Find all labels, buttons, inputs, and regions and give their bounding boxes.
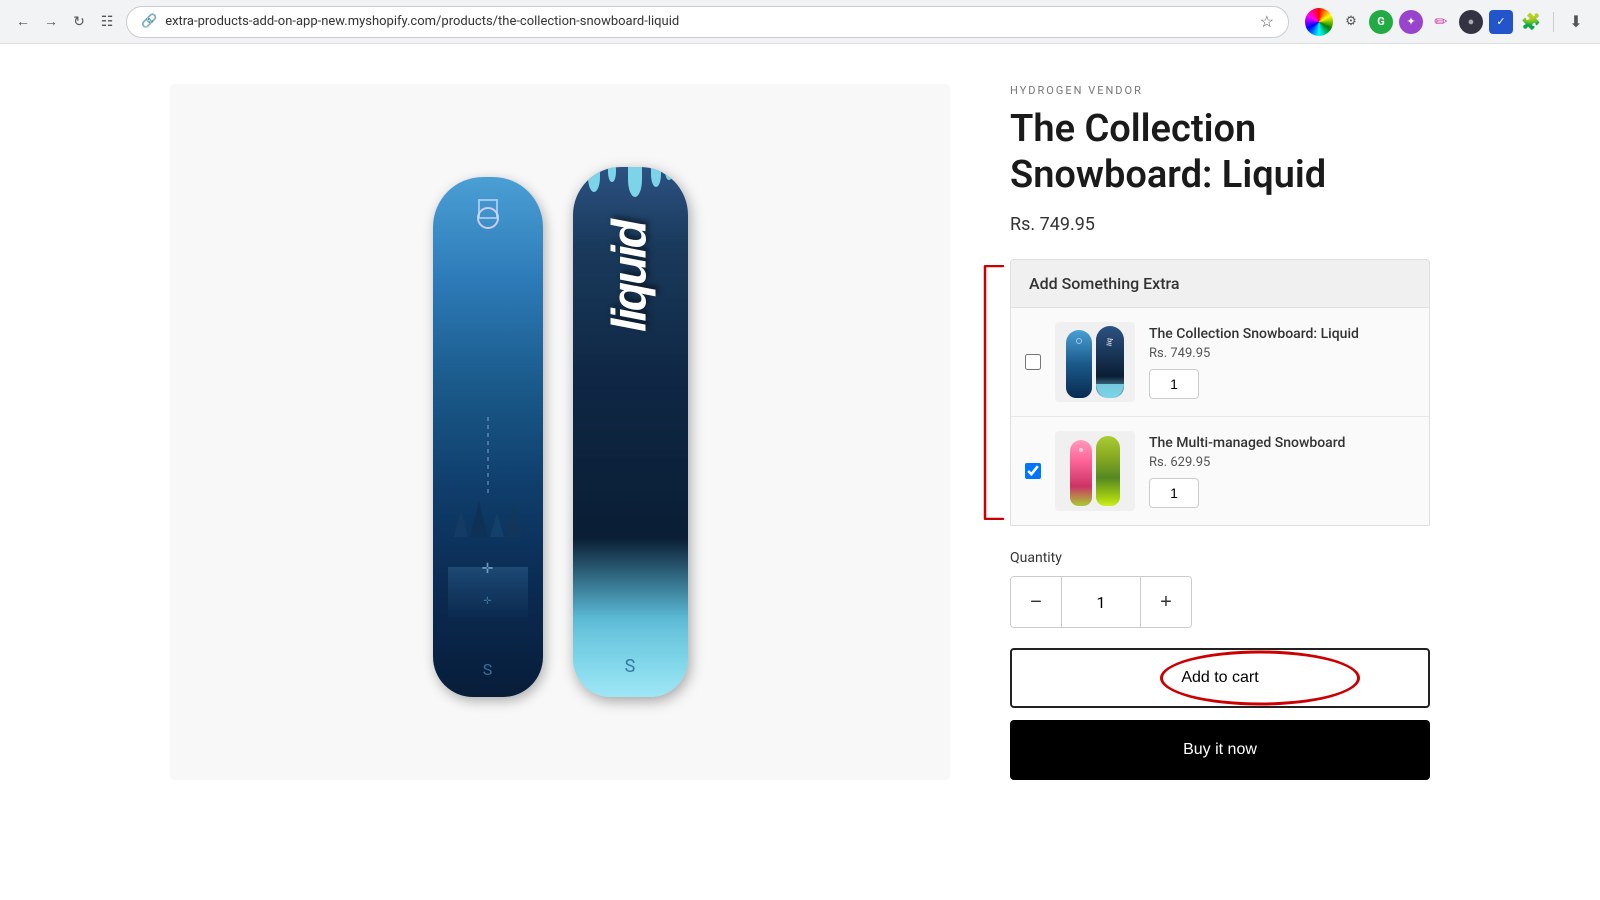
add-extra-header: Add Something Extra — [1010, 259, 1430, 308]
extra-item-1-image: liq — [1055, 322, 1135, 402]
extra-item-2-price: Rs. 629.95 — [1149, 455, 1415, 470]
extra-item-1-price: Rs. 749.95 — [1149, 346, 1415, 361]
quantity-decrease-button[interactable]: − — [1011, 577, 1061, 627]
mini-sb-blue-1 — [1066, 330, 1092, 398]
buy-now-button[interactable]: Buy it now — [1010, 720, 1430, 780]
extra-item-2-qty[interactable] — [1149, 478, 1199, 508]
settings-icon[interactable]: ⚙ — [1339, 10, 1363, 34]
extra-item-1-qty[interactable] — [1149, 369, 1199, 399]
extra-item-2-info: The Multi-managed Snowboard Rs. 629.95 — [1149, 435, 1415, 508]
product-details: HYDROGEN VENDOR The Collection Snowboard… — [1010, 84, 1430, 780]
extra-item-1: liq The Collection Snowboard: Liquid Rs.… — [1011, 308, 1429, 417]
drip-5 — [665, 167, 673, 180]
nav-back-button[interactable]: ← — [12, 11, 34, 33]
mini-sb-green-1 — [1096, 436, 1120, 506]
browser-chrome: ← → ↻ ☷ 🔗 extra-products-add-on-app-new.… — [0, 0, 1600, 44]
extra-item-1-checkbox[interactable] — [1025, 354, 1041, 370]
add-extra-section: Add Something Extra liq — [1010, 259, 1430, 526]
ext-blue-icon[interactable]: ✓ — [1489, 10, 1513, 34]
ext-purple-icon[interactable]: ✦ — [1399, 10, 1423, 34]
extra-item-2-image — [1055, 431, 1135, 511]
quantity-increase-button[interactable]: + — [1141, 577, 1191, 627]
ext-pen-icon[interactable]: ✏ — [1429, 10, 1453, 34]
ext-dark-icon[interactable]: ● — [1459, 10, 1483, 34]
nav-refresh-button[interactable]: ↻ — [68, 11, 90, 33]
ext-puzzle-icon[interactable]: 🧩 — [1519, 10, 1543, 34]
nav-forward-button[interactable]: → — [40, 11, 62, 33]
bookmark-icon[interactable]: ☆ — [1260, 12, 1274, 31]
buy-now-label: Buy it now — [1183, 741, 1257, 758]
product-image-area: ✛ ✛ S liquid S — [170, 84, 950, 780]
red-bracket-annotation — [975, 259, 1010, 526]
nav-home-button[interactable]: ☷ — [96, 11, 118, 33]
drip-2 — [608, 167, 616, 182]
mini-snowboard-pair-1: liq — [1066, 326, 1124, 398]
browser-extensions: ⚙ G ✦ ✏ ● ✓ 🧩 ⬇ — [1305, 8, 1588, 36]
quantity-section: Quantity − 1 + — [1010, 550, 1430, 628]
drip-4 — [651, 167, 661, 187]
add-to-cart-label: Add to cart — [1181, 669, 1258, 686]
page-container: ✛ ✛ S liquid S HYDROG — [150, 44, 1450, 820]
browser-nav: ← → ↻ ☷ — [12, 11, 118, 33]
quantity-control: − 1 + — [1010, 576, 1192, 628]
snowboard-display: ✛ ✛ S liquid S — [373, 127, 748, 737]
extra-item-2-name: The Multi-managed Snowboard — [1149, 435, 1415, 451]
mini-sb-pink-1 — [1070, 440, 1092, 506]
extra-item-1-name: The Collection Snowboard: Liquid — [1149, 326, 1415, 342]
extra-item-2: The Multi-managed Snowboard Rs. 629.95 — [1011, 417, 1429, 525]
product-price: Rs. 749.95 — [1010, 214, 1430, 235]
extra-item-2-checkbox[interactable] — [1025, 463, 1041, 479]
ext-green-icon[interactable]: G — [1369, 10, 1393, 34]
vendor-label: HYDROGEN VENDOR — [1010, 84, 1430, 97]
snowboard-liquid-variant-image: liquid S — [573, 167, 688, 697]
add-to-cart-button[interactable]: Add to cart — [1010, 648, 1430, 708]
drip-3 — [628, 167, 642, 197]
product-title: The Collection Snowboard: Liquid — [1010, 107, 1430, 198]
quantity-display: 1 — [1061, 577, 1141, 627]
mini-sb-dark-1: liq — [1096, 326, 1124, 398]
extra-item-1-info: The Collection Snowboard: Liquid Rs. 749… — [1149, 326, 1415, 399]
snowboard-liquid-image: ✛ ✛ S — [433, 177, 543, 697]
address-bar[interactable]: 🔗 extra-products-add-on-app-new.myshopif… — [126, 6, 1289, 38]
url-text: extra-products-add-on-app-new.myshopify.… — [165, 14, 1251, 29]
mini-snowboard-pair-2 — [1070, 436, 1120, 506]
drip-1 — [588, 167, 600, 192]
divider — [1553, 12, 1554, 32]
quantity-label: Quantity — [1010, 550, 1430, 566]
liquid-text: liquid — [603, 222, 658, 332]
download-icon[interactable]: ⬇ — [1564, 10, 1588, 34]
add-to-cart-container: Add to cart — [1010, 648, 1430, 720]
chrome-colorwheel-icon[interactable] — [1305, 8, 1333, 36]
extra-items-list: liq The Collection Snowboard: Liquid Rs.… — [1010, 308, 1430, 526]
